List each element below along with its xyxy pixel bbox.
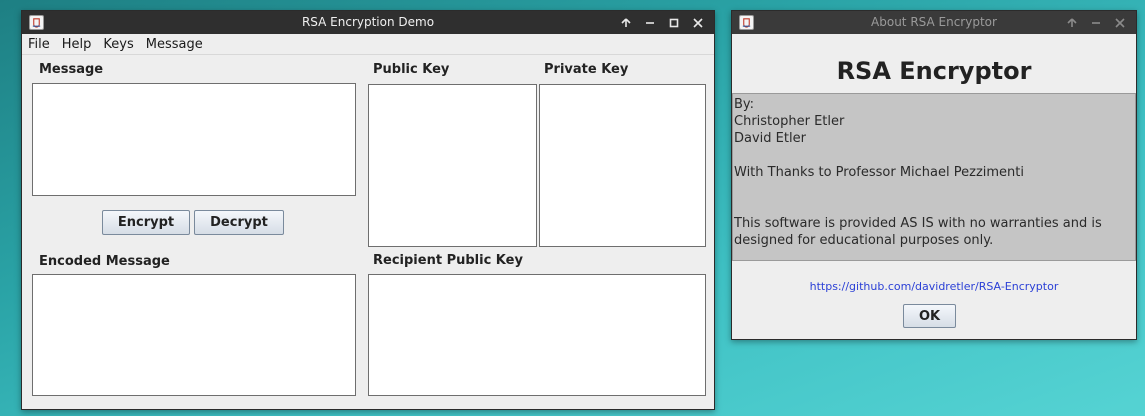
menu-file[interactable]: File xyxy=(22,34,56,55)
about-heading: RSA Encryptor xyxy=(836,57,1032,85)
recipient-public-key-label: Recipient Public Key xyxy=(373,253,523,268)
message-textarea[interactable] xyxy=(32,83,356,196)
up-arrow-icon[interactable] xyxy=(1060,11,1084,34)
author-name: Christopher Etler xyxy=(734,114,845,129)
github-link[interactable]: https://github.com/davidretler/RSA-Encry… xyxy=(732,280,1136,293)
encrypt-button[interactable]: Encrypt xyxy=(102,210,190,235)
disclaimer-line: designed for educational purposes only. xyxy=(734,233,994,248)
minimize-icon[interactable] xyxy=(1084,11,1108,34)
recipient-public-key-textarea[interactable] xyxy=(368,274,706,396)
menu-help[interactable]: Help xyxy=(56,34,98,55)
java-app-icon xyxy=(739,15,754,30)
menu-keys[interactable]: Keys xyxy=(97,34,139,55)
private-key-label: Private Key xyxy=(544,62,629,77)
by-label: By: xyxy=(734,97,755,112)
close-icon[interactable] xyxy=(686,11,710,34)
menu-message[interactable]: Message xyxy=(140,34,209,55)
main-window: RSA Encryption Demo File Help Keys Messa… xyxy=(21,10,715,410)
main-titlebar[interactable]: RSA Encryption Demo xyxy=(22,11,714,34)
java-app-icon xyxy=(29,15,44,30)
private-key-textarea[interactable] xyxy=(539,84,706,247)
thanks-text: With Thanks to Professor Michael Pezzime… xyxy=(734,165,1024,180)
maximize-icon[interactable] xyxy=(662,11,686,34)
ok-button[interactable]: OK xyxy=(903,304,956,328)
about-window: About RSA Encryptor RSA Encryptor By: Ch… xyxy=(731,10,1137,340)
decrypt-button[interactable]: Decrypt xyxy=(194,210,284,235)
main-window-title: RSA Encryption Demo xyxy=(301,15,435,29)
encoded-message-label: Encoded Message xyxy=(39,254,170,269)
author-name: David Etler xyxy=(734,131,806,146)
about-text-box: By: Christopher Etler David Etler With T… xyxy=(732,93,1136,261)
up-arrow-icon[interactable] xyxy=(614,11,638,34)
menubar: File Help Keys Message xyxy=(22,34,714,55)
encoded-message-textarea[interactable] xyxy=(32,274,356,396)
public-key-textarea[interactable] xyxy=(368,84,537,247)
close-icon[interactable] xyxy=(1108,11,1132,34)
minimize-icon[interactable] xyxy=(638,11,662,34)
message-label: Message xyxy=(39,62,104,77)
about-titlebar[interactable]: About RSA Encryptor xyxy=(732,11,1136,34)
public-key-label: Public Key xyxy=(373,62,450,77)
disclaimer-line: This software is provided AS IS with no … xyxy=(734,216,1102,231)
